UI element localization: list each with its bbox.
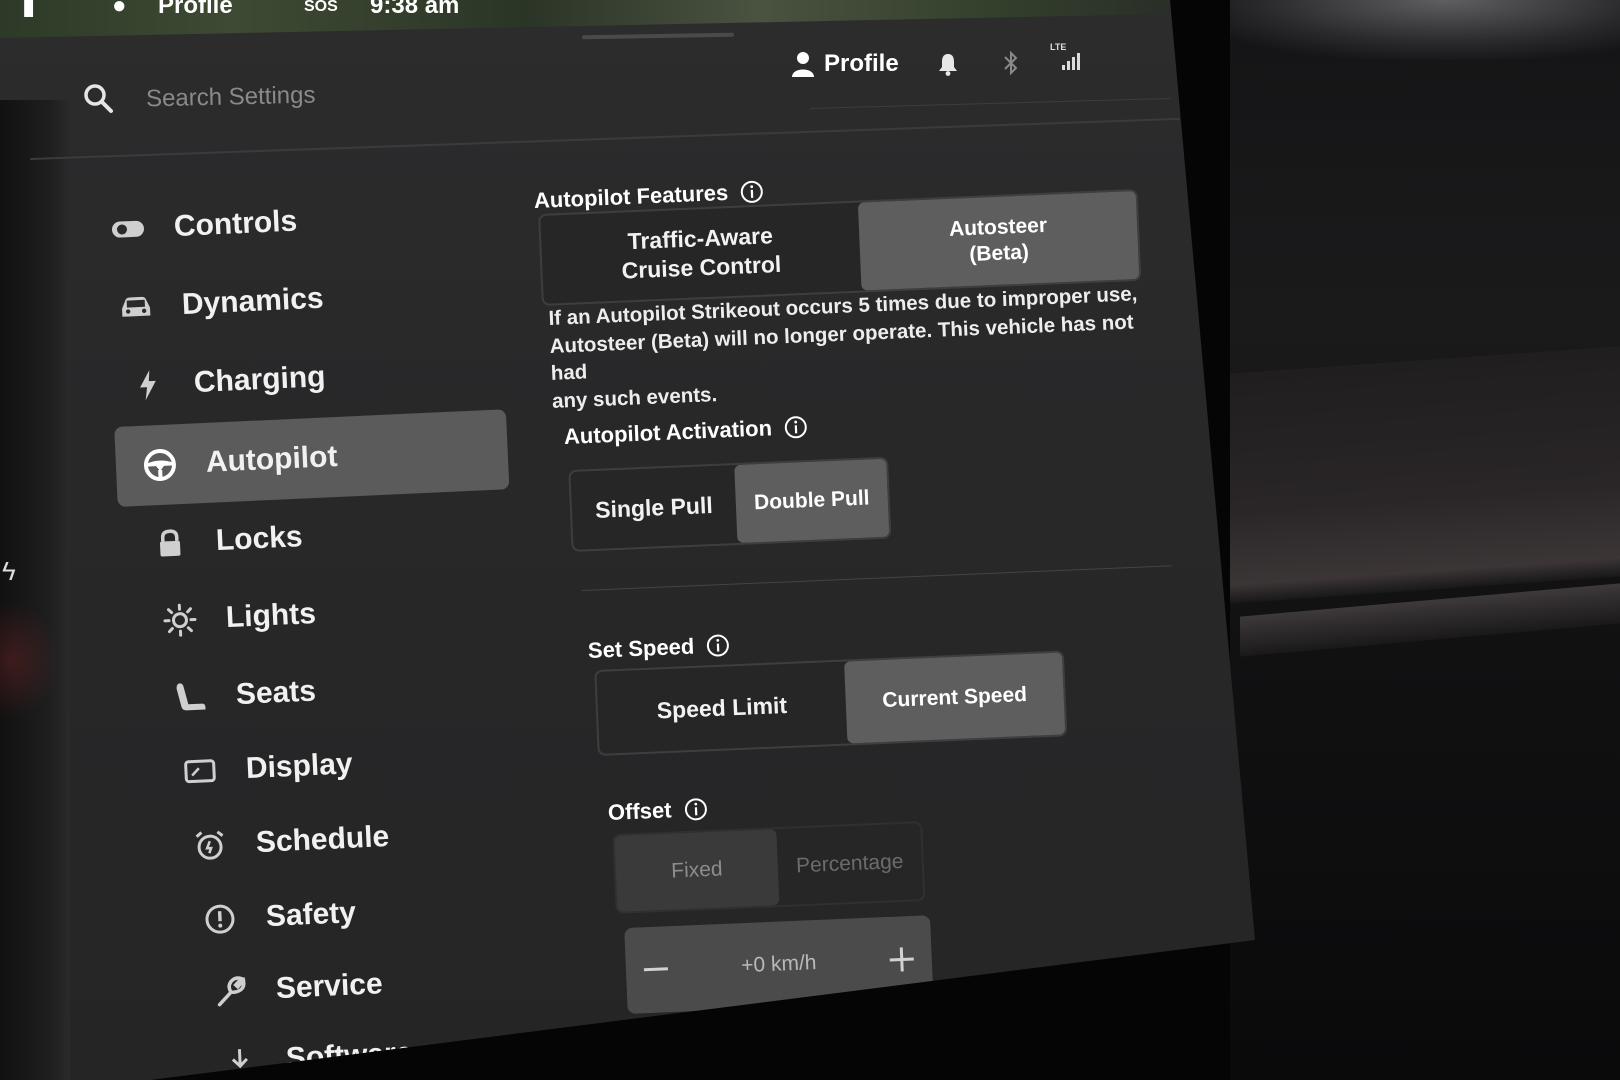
sun-icon	[161, 601, 199, 639]
lightning-icon	[129, 366, 167, 404]
sidebar-item-seats[interactable]: Seats	[171, 673, 317, 715]
alert-icon	[201, 900, 239, 938]
option-line: (Beta)	[968, 240, 1030, 267]
offset-value: +0 km/h	[740, 951, 817, 978]
sidebar-item-label: Schedule	[255, 820, 390, 860]
sidebar-item-display[interactable]: Display	[181, 746, 353, 790]
sidebar-item-lights[interactable]: Lights	[161, 596, 317, 639]
sidebar-item-charging[interactable]: Charging	[129, 359, 326, 404]
left-panel-glow	[0, 600, 60, 720]
offset-title: Offset	[607, 796, 708, 826]
info-icon[interactable]	[706, 633, 731, 658]
offset-selector[interactable]: Fixed Percentage	[612, 821, 926, 914]
minus-icon	[643, 967, 669, 972]
status-profile-label: Profile	[158, 0, 233, 19]
sidebar-item-label: Service	[275, 967, 384, 1006]
signal-icon	[1062, 53, 1080, 70]
option-line: Autosteer	[948, 213, 1048, 241]
sidebar-item-label: Display	[245, 747, 354, 786]
sidebar-item-safety[interactable]: Safety	[201, 895, 357, 938]
phone-icon: ▮	[22, 0, 36, 20]
lock-icon	[151, 524, 189, 562]
sidebar-item-label: Lights	[225, 597, 317, 635]
profile-icon	[792, 52, 814, 77]
top-bar-divider	[810, 97, 1170, 109]
display-icon	[181, 752, 219, 790]
info-icon[interactable]	[783, 415, 808, 440]
option-traffic-aware-cruise-control[interactable]: Traffic-Aware Cruise Control	[540, 203, 861, 304]
clock: 9:38 am	[370, 0, 460, 19]
search-icon	[84, 84, 113, 113]
sidebar-item-label: Controls	[173, 204, 298, 244]
profile-label: Profile	[824, 50, 899, 77]
profile-button[interactable]: Profile	[792, 50, 899, 78]
lightning-icon: ϟ	[2, 556, 16, 586]
option-double-pull[interactable]: Double Pull	[734, 458, 890, 544]
sidebar-item-label: Autopilot	[205, 439, 339, 479]
autopilot-activation-title: Autopilot Activation	[563, 414, 808, 450]
section-title-text: Autopilot Activation	[563, 415, 773, 449]
section-title-text: Offset	[607, 797, 673, 825]
sidebar-item-autopilot[interactable]: Autopilot	[114, 409, 510, 507]
option-fixed[interactable]: Fixed	[614, 829, 780, 912]
dashboard-trim	[1230, 346, 1620, 604]
sidebar-item-dynamics[interactable]: Dynamics	[117, 281, 324, 326]
lte-label: LTE	[1050, 42, 1067, 52]
option-percentage[interactable]: Percentage	[776, 823, 923, 905]
autopilot-activation-selector[interactable]: Single Pull Double Pull	[568, 456, 892, 552]
section-divider	[582, 565, 1172, 591]
bluetooth-icon[interactable]	[1002, 50, 1020, 76]
option-current-speed[interactable]: Current Speed	[844, 652, 1066, 744]
sos-label: SOS	[304, 0, 338, 15]
increment-button[interactable]	[871, 928, 933, 990]
set-speed-title: Set Speed	[587, 632, 730, 664]
sidebar-item-controls[interactable]: Controls	[109, 204, 298, 248]
sidebar-item-label: Seats	[235, 674, 317, 712]
seat-icon	[171, 678, 209, 716]
sidebar-item-label: Charging	[193, 360, 327, 400]
sidebar-item-label: Locks	[215, 520, 304, 558]
sidebar-item-label: Safety	[265, 896, 357, 934]
left-panel-edge	[0, 100, 70, 1080]
set-speed-selector[interactable]: Speed Limit Current Speed	[594, 650, 1068, 756]
section-title-text: Set Speed	[587, 633, 695, 663]
option-single-pull[interactable]: Single Pull	[570, 465, 737, 550]
option-line: Traffic-Aware	[627, 222, 774, 255]
alarm-clock-icon	[191, 826, 229, 864]
toggle-icon	[109, 210, 147, 248]
decrement-button[interactable]	[625, 939, 687, 1001]
car-icon	[117, 288, 155, 326]
touchscreen: ϟ ▮ ● Profile SOS 9:38 am Profile	[0, 0, 1255, 1080]
wrench-icon	[211, 972, 249, 1010]
car-interior-glare	[1185, 0, 1620, 60]
info-icon[interactable]	[683, 797, 708, 822]
sidebar-item-label: Dynamics	[181, 281, 325, 322]
option-speed-limit[interactable]: Speed Limit	[596, 662, 847, 754]
sidebar-item-locks[interactable]: Locks	[151, 519, 303, 562]
steering-wheel-icon	[141, 446, 179, 484]
sidebar-item-service[interactable]: Service	[211, 966, 383, 1010]
bell-icon[interactable]	[938, 52, 958, 76]
info-icon[interactable]	[740, 179, 765, 204]
sidebar-item-schedule[interactable]: Schedule	[191, 819, 390, 864]
profile-icon: ●	[112, 0, 127, 19]
option-autosteer-beta[interactable]: Autosteer (Beta)	[857, 190, 1140, 291]
drag-handle[interactable]	[581, 32, 735, 40]
status-bar: ▮ ● Profile SOS 9:38 am	[0, 0, 700, 24]
header-divider	[30, 117, 1180, 160]
plus-icon	[889, 947, 914, 972]
option-line: Cruise Control	[621, 250, 782, 284]
search-input[interactable]	[145, 78, 447, 114]
